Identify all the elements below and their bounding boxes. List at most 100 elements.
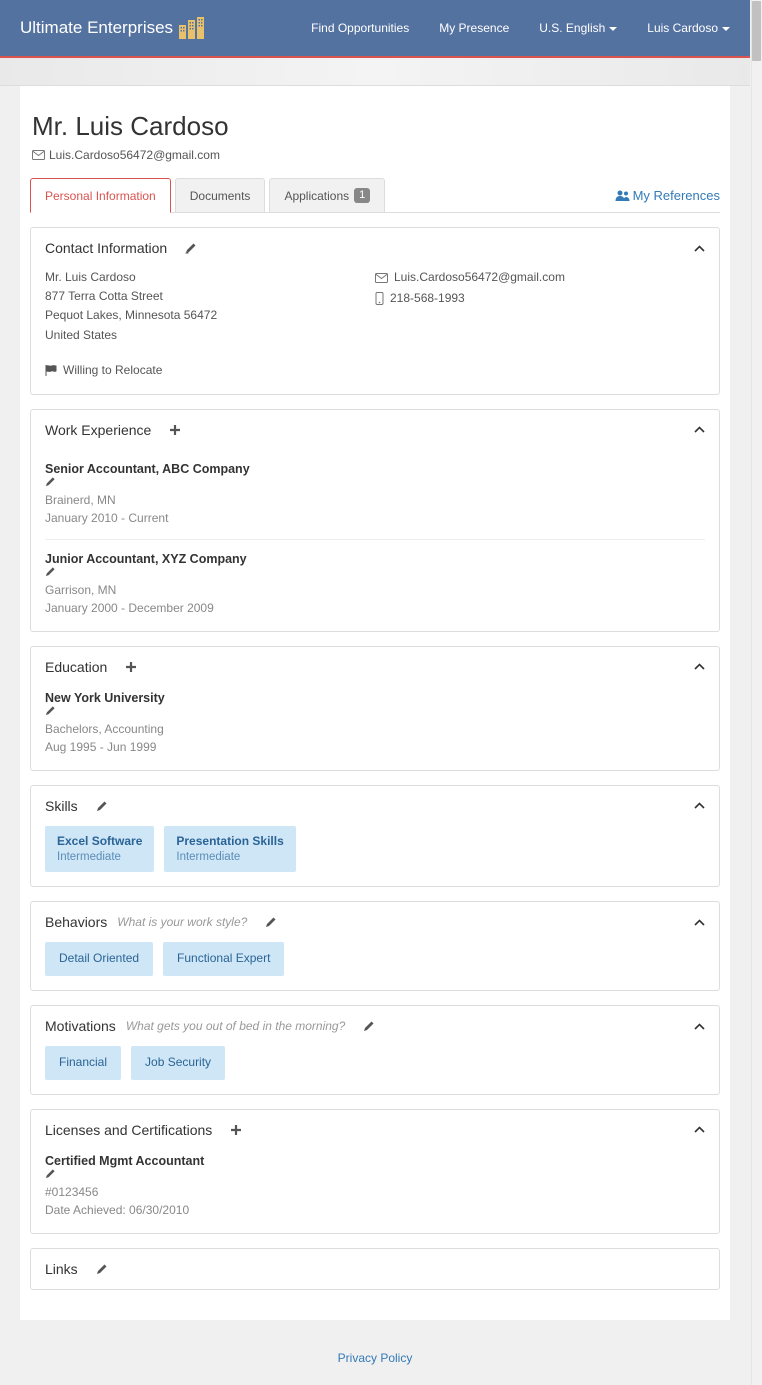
education-entry-title: New York University — [45, 691, 165, 705]
nav-user-dropdown[interactable]: Luis Cardoso — [647, 21, 730, 35]
contact-address-block: Mr. Luis Cardoso 877 Terra Cotta Street … — [45, 268, 375, 380]
license-entry-title: Certified Mgmt Accountant — [45, 1154, 204, 1168]
panel-links: Links — [30, 1248, 720, 1290]
edit-motivations-button[interactable] — [363, 1020, 375, 1032]
brand-label: Ultimate Enterprises — [20, 18, 173, 38]
motivations-hint: What gets you out of bed in the morning? — [126, 1019, 345, 1033]
scrollbar-thumb[interactable] — [752, 1, 761, 61]
behaviors-hint: What is your work style? — [117, 915, 247, 929]
add-education-button[interactable] — [125, 661, 137, 673]
collapse-skills-button[interactable] — [694, 802, 705, 809]
panel-title: Motivations — [45, 1018, 116, 1034]
scrollbar-track[interactable] — [751, 0, 762, 1385]
contact-name: Mr. Luis Cardoso — [45, 268, 375, 287]
applications-count-badge: 1 — [354, 188, 370, 203]
collapse-motivations-button[interactable] — [694, 1023, 705, 1030]
edit-skills-button[interactable] — [96, 800, 108, 812]
panel-motivations: Motivations What gets you out of bed in … — [30, 1005, 720, 1095]
main-content: Mr. Luis Cardoso Luis.Cardoso56472@gmail… — [20, 86, 730, 1320]
work-entry-title: Senior Accountant, ABC Company — [45, 462, 250, 476]
tab-label: Documents — [190, 189, 251, 203]
contact-email: Luis.Cardoso56472@gmail.com — [394, 268, 565, 287]
work-entry-dates: January 2000 - December 2009 — [45, 599, 705, 617]
behavior-chip[interactable]: Functional Expert — [163, 942, 284, 976]
collapse-education-button[interactable] — [694, 663, 705, 670]
edit-work-entry-button[interactable] — [45, 476, 705, 487]
education-degree: Bachelors, Accounting — [45, 720, 705, 738]
relocate-label: Willing to Relocate — [63, 361, 162, 380]
work-entry-location: Garrison, MN — [45, 581, 705, 599]
collapse-work-button[interactable] — [694, 426, 705, 433]
collapse-licenses-button[interactable] — [694, 1126, 705, 1133]
contact-street: 877 Terra Cotta Street — [45, 287, 375, 306]
contact-country: United States — [45, 326, 375, 345]
motivation-label: Financial — [59, 1055, 107, 1069]
skill-chip[interactable]: Presentation Skills Intermediate — [164, 826, 295, 873]
privacy-policy-link[interactable]: Privacy Policy — [338, 1351, 413, 1365]
motivation-chip[interactable]: Financial — [45, 1046, 121, 1080]
add-work-button[interactable] — [169, 424, 181, 436]
contact-citystate: Pequot Lakes, Minnesota 56472 — [45, 306, 375, 325]
people-icon — [615, 189, 631, 202]
nav-locale-dropdown[interactable]: U.S. English — [539, 21, 617, 35]
chevron-down-icon — [722, 27, 730, 31]
skill-name: Excel Software — [57, 834, 142, 848]
header-email-text: Luis.Cardoso56472@gmail.com — [49, 148, 220, 162]
page-title: Mr. Luis Cardoso — [32, 111, 720, 142]
add-license-button[interactable] — [230, 1124, 242, 1136]
motivation-chip[interactable]: Job Security — [131, 1046, 225, 1080]
collapse-contact-button[interactable] — [694, 245, 705, 252]
panel-contact-information: Contact Information Mr. Luis Cardoso 877… — [30, 227, 720, 395]
tab-applications[interactable]: Applications1 — [269, 178, 385, 212]
behavior-label: Functional Expert — [177, 951, 270, 965]
tab-personal-information[interactable]: Personal Information — [30, 178, 171, 213]
panel-title: Education — [45, 659, 107, 675]
tab-label: Personal Information — [45, 189, 156, 203]
work-entry-location: Brainerd, MN — [45, 491, 705, 509]
nav-user-label: Luis Cardoso — [647, 21, 718, 35]
chevron-down-icon — [609, 27, 617, 31]
my-references-label: My References — [633, 188, 720, 203]
behavior-chip[interactable]: Detail Oriented — [45, 942, 153, 976]
panel-title: Links — [45, 1261, 78, 1277]
nav-locale-label: U.S. English — [539, 21, 605, 35]
panel-skills: Skills Excel Software Intermediate Prese… — [30, 785, 720, 888]
collapse-behaviors-button[interactable] — [694, 919, 705, 926]
brand[interactable]: Ultimate Enterprises — [20, 17, 207, 39]
license-date: Date Achieved: 06/30/2010 — [45, 1201, 705, 1219]
top-navbar: Ultimate Enterprises Find Opportunities … — [0, 0, 750, 58]
phone-icon — [375, 292, 384, 305]
license-entry: Certified Mgmt Accountant #0123456 Date … — [45, 1150, 705, 1219]
buildings-icon — [179, 17, 207, 39]
skill-chip[interactable]: Excel Software Intermediate — [45, 826, 154, 873]
education-entry: New York University Bachelors, Accountin… — [45, 687, 705, 756]
tabs-row: Personal Information Documents Applicati… — [30, 178, 720, 213]
work-entry-dates: January 2010 - Current — [45, 509, 705, 527]
edit-work-entry-button[interactable] — [45, 566, 705, 577]
panel-licenses: Licenses and Certifications Certified Mg… — [30, 1109, 720, 1234]
edit-license-entry-button[interactable] — [45, 1168, 705, 1179]
footer: Privacy Policy — [0, 1320, 750, 1385]
panel-title: Licenses and Certifications — [45, 1122, 212, 1138]
nav-find-opportunities[interactable]: Find Opportunities — [311, 21, 409, 35]
skill-level: Intermediate — [57, 850, 142, 865]
panel-work-experience: Work Experience Senior Accountant, ABC C… — [30, 409, 720, 632]
nav-my-presence[interactable]: My Presence — [439, 21, 509, 35]
education-dates: Aug 1995 - Jun 1999 — [45, 738, 705, 756]
my-references-link[interactable]: My References — [615, 182, 720, 209]
panel-title: Skills — [45, 798, 78, 814]
skill-name: Presentation Skills — [176, 834, 283, 848]
edit-links-button[interactable] — [96, 1263, 108, 1275]
motivation-label: Job Security — [145, 1055, 211, 1069]
work-entry: Senior Accountant, ABC Company Brainerd,… — [45, 450, 705, 527]
panel-title: Behaviors — [45, 914, 107, 930]
contact-phone: 218-568-1993 — [390, 289, 465, 308]
edit-behaviors-button[interactable] — [265, 916, 277, 928]
edit-contact-button[interactable] — [185, 242, 197, 254]
tab-documents[interactable]: Documents — [175, 178, 266, 212]
work-entry: Junior Accountant, XYZ Company Garrison,… — [45, 539, 705, 617]
license-number: #0123456 — [45, 1183, 705, 1201]
edit-education-entry-button[interactable] — [45, 705, 705, 716]
hero-banner — [0, 58, 750, 86]
work-entry-title: Junior Accountant, XYZ Company — [45, 552, 247, 566]
